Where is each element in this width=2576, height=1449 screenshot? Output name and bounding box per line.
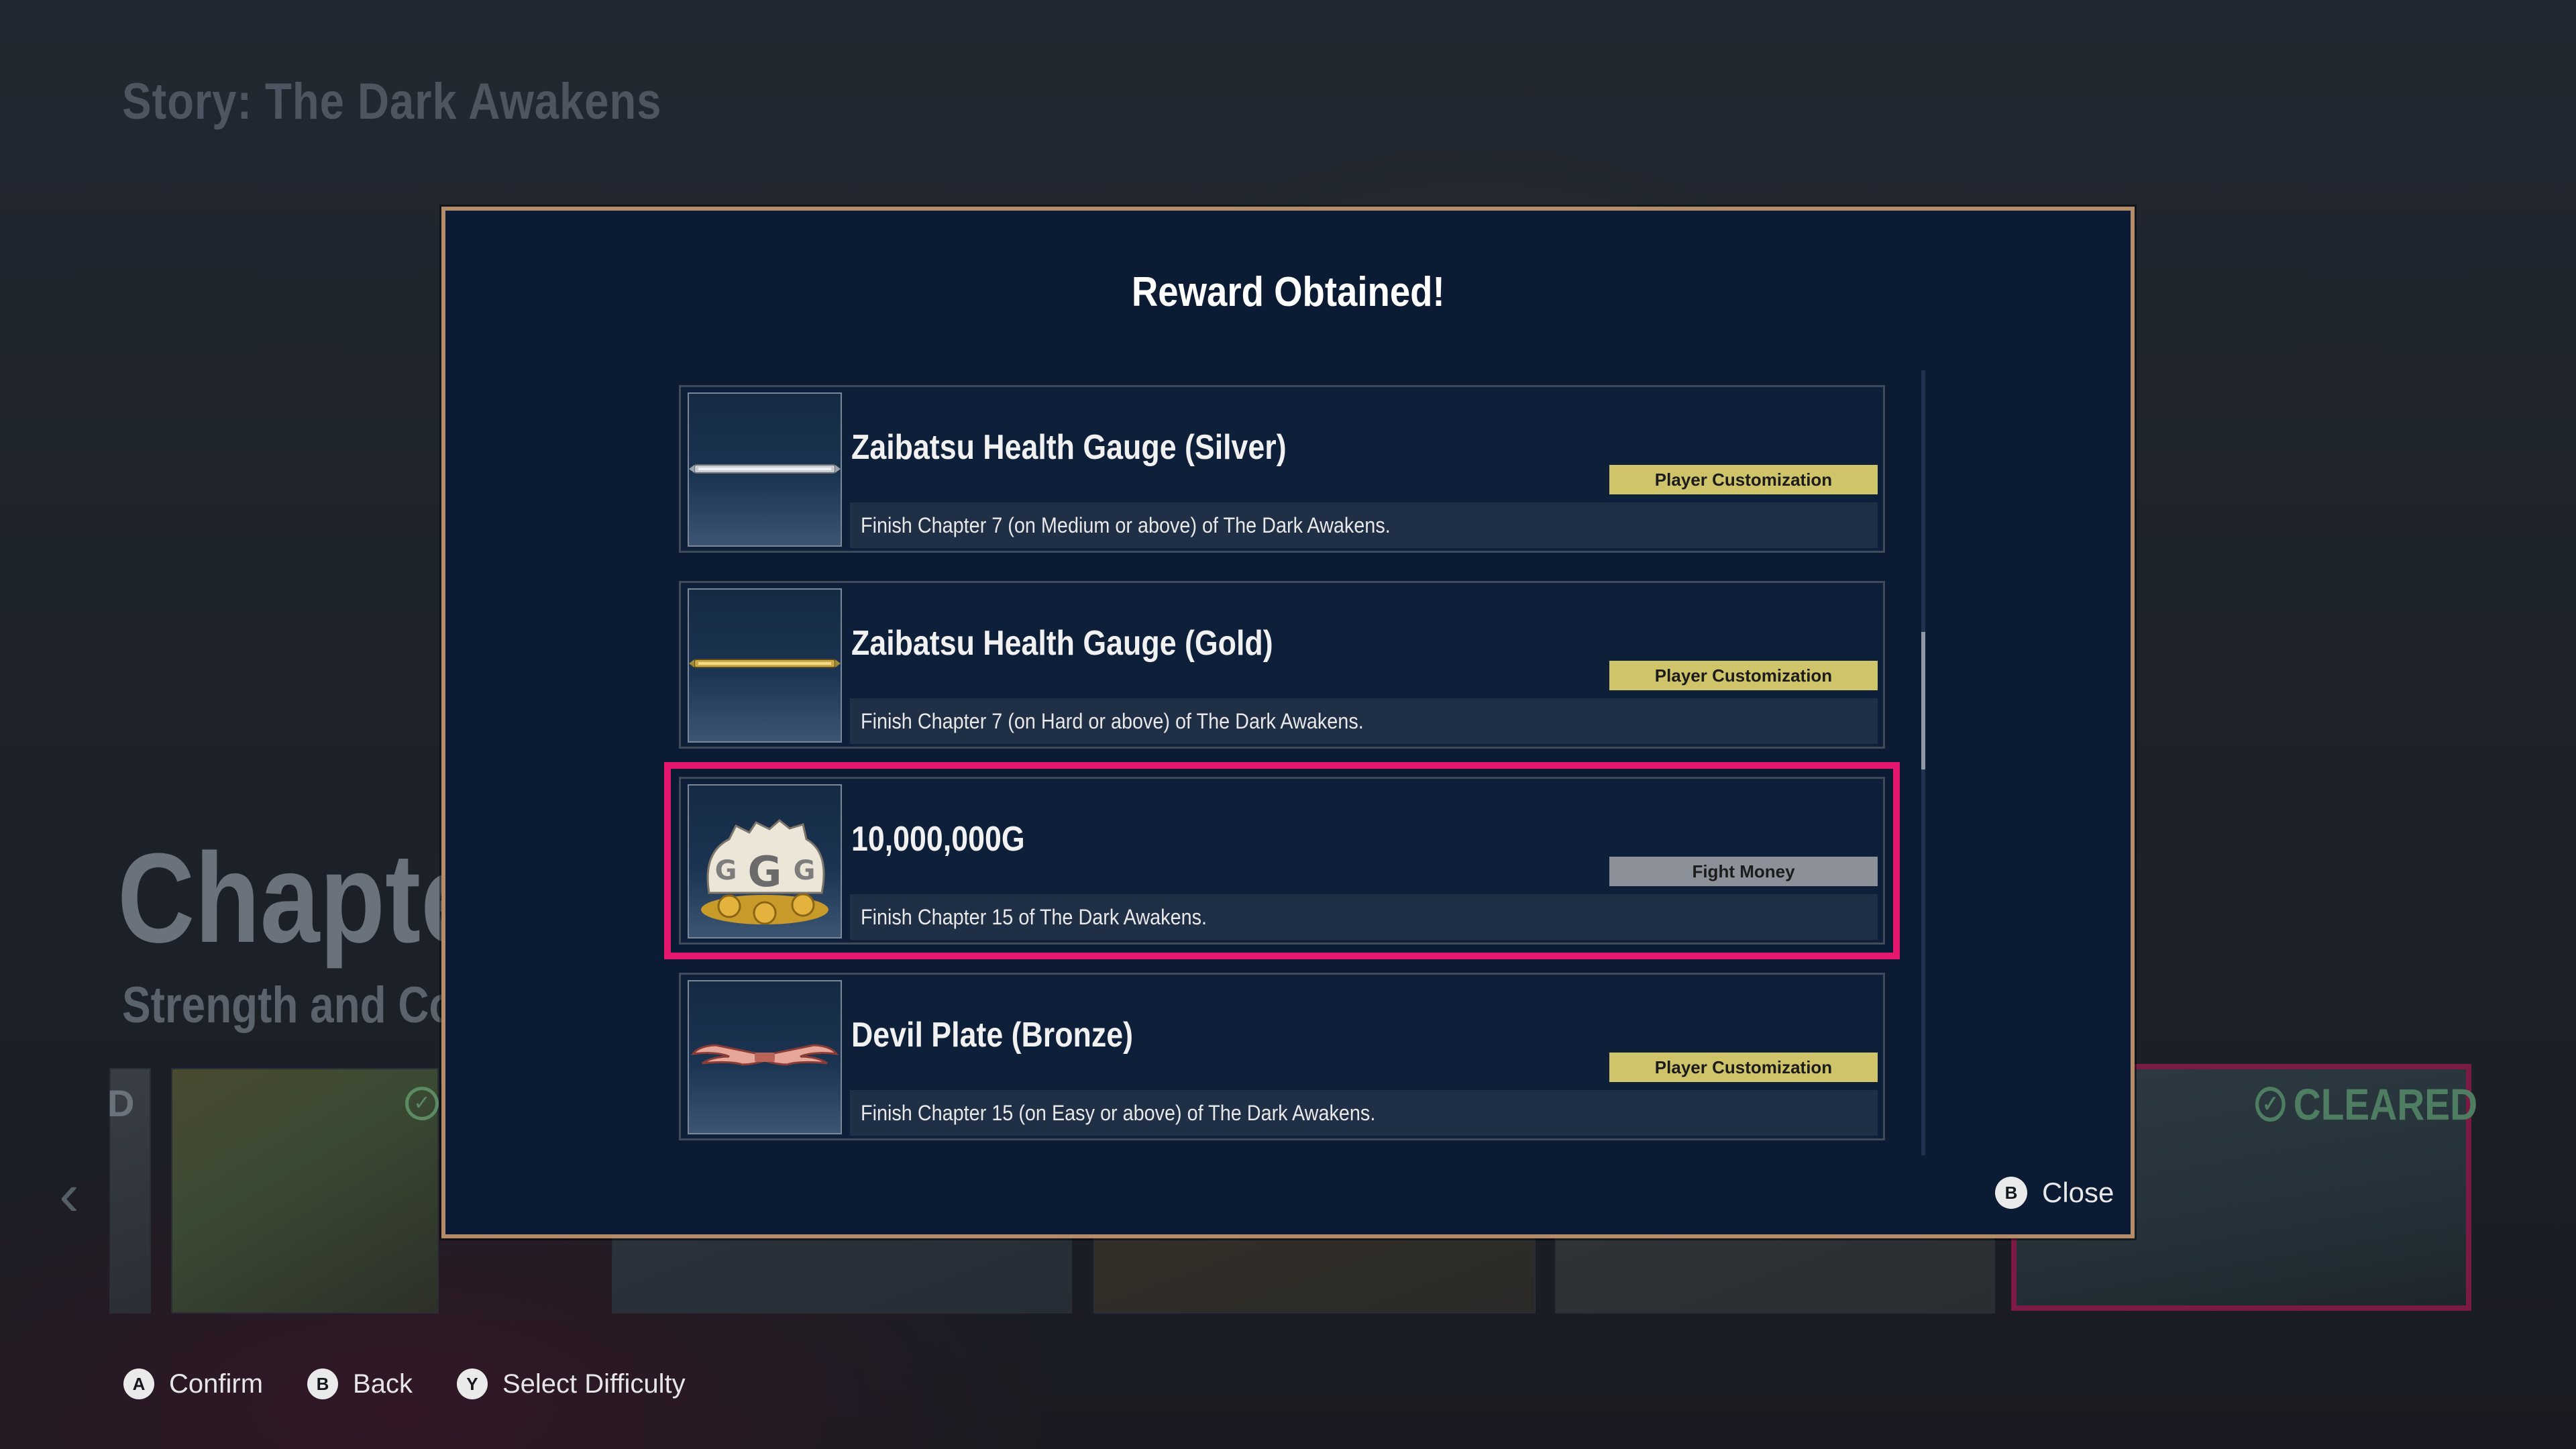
reward-description-bar: Finish Chapter 15 of The Dark Awakens. <box>850 894 1878 940</box>
b-button-icon: B <box>307 1368 339 1399</box>
dialog-title: Reward Obtained! <box>1131 269 1445 315</box>
reward-description-bar: Finish Chapter 7 (on Medium or above) of… <box>850 502 1878 548</box>
reward-item[interactable]: Zaibatsu Health Gauge (Gold) Player Cust… <box>679 581 1885 749</box>
back-label: Back <box>353 1368 413 1399</box>
confirm-hint[interactable]: A Confirm <box>123 1368 263 1399</box>
reward-item[interactable]: Devil Plate (Bronze) Player Customizatio… <box>679 973 1885 1140</box>
money-bags-icon: G G G <box>688 784 842 938</box>
y-button-icon: Y <box>456 1368 488 1399</box>
reward-category-badge: Fight Money <box>1609 857 1878 886</box>
reward-category-badge: Player Customization <box>1609 1053 1878 1082</box>
a-button-icon: A <box>123 1368 154 1399</box>
select-difficulty-label: Select Difficulty <box>502 1368 686 1399</box>
reward-list-scrollbar[interactable] <box>1921 370 1925 1155</box>
svg-text:G: G <box>794 855 816 886</box>
reward-item-selected[interactable]: G G G 10,000,000G Fight Money Finish Cha… <box>664 762 1900 959</box>
close-button[interactable]: B Close <box>1995 1177 2114 1209</box>
reward-description: Finish Chapter 7 (on Hard or above) of T… <box>861 709 1364 733</box>
close-label: Close <box>2042 1177 2114 1208</box>
silver-health-gauge-icon <box>688 392 842 547</box>
chapter-thumbnail[interactable] <box>171 1068 439 1313</box>
reward-description: Finish Chapter 15 (on Easy or above) of … <box>861 1101 1376 1125</box>
reward-item[interactable]: Zaibatsu Health Gauge (Silver) Player Cu… <box>679 385 1885 553</box>
reward-obtained-dialog: Reward Obtained! Zaibatsu Health Gauge (… <box>441 207 2135 1238</box>
b-button-icon: B <box>1995 1177 2027 1209</box>
back-hint[interactable]: B Back <box>307 1368 413 1399</box>
confirm-label: Confirm <box>169 1368 264 1399</box>
reward-description: Finish Chapter 15 of The Dark Awakens. <box>861 905 1208 929</box>
svg-text:G: G <box>748 847 782 896</box>
check-icon: ✓ <box>405 1087 439 1120</box>
reward-name: Zaibatsu Health Gauge (Gold) <box>851 624 1273 663</box>
devil-wings-plate-icon <box>688 980 842 1134</box>
check-icon: ✓ <box>2255 1087 2286 1122</box>
thumbnail-partial-label: D <box>107 1082 135 1124</box>
cleared-badge: ✓ CLEARED <box>2255 1079 2477 1130</box>
reward-description-bar: Finish Chapter 15 (on Easy or above) of … <box>850 1090 1878 1136</box>
story-title: Story: The Dark Awakens <box>122 73 662 130</box>
reward-category-badge: Player Customization <box>1609 661 1878 690</box>
reward-name: 10,000,000G <box>851 820 1025 859</box>
chapter-heading: Chapte <box>117 827 480 969</box>
chapter-subtitle: Strength and Co <box>122 977 455 1034</box>
gold-health-gauge-icon <box>688 588 842 743</box>
select-difficulty-hint[interactable]: Y Select Difficulty <box>456 1368 686 1399</box>
reward-name: Devil Plate (Bronze) <box>851 1016 1133 1055</box>
reward-description: Finish Chapter 7 (on Medium or above) of… <box>861 513 1391 537</box>
reward-category-badge: Player Customization <box>1609 465 1878 494</box>
cleared-label: CLEARED <box>2293 1079 2478 1129</box>
footer-button-hints: A Confirm B Back Y Select Difficulty <box>123 1368 686 1399</box>
reward-name: Zaibatsu Health Gauge (Silver) <box>851 428 1287 467</box>
carousel-left-arrow-icon[interactable]: ‹ <box>59 1161 79 1230</box>
scrollbar-thumb[interactable] <box>1921 632 1925 769</box>
svg-text:G: G <box>715 855 737 886</box>
reward-description-bar: Finish Chapter 7 (on Hard or above) of T… <box>850 698 1878 744</box>
